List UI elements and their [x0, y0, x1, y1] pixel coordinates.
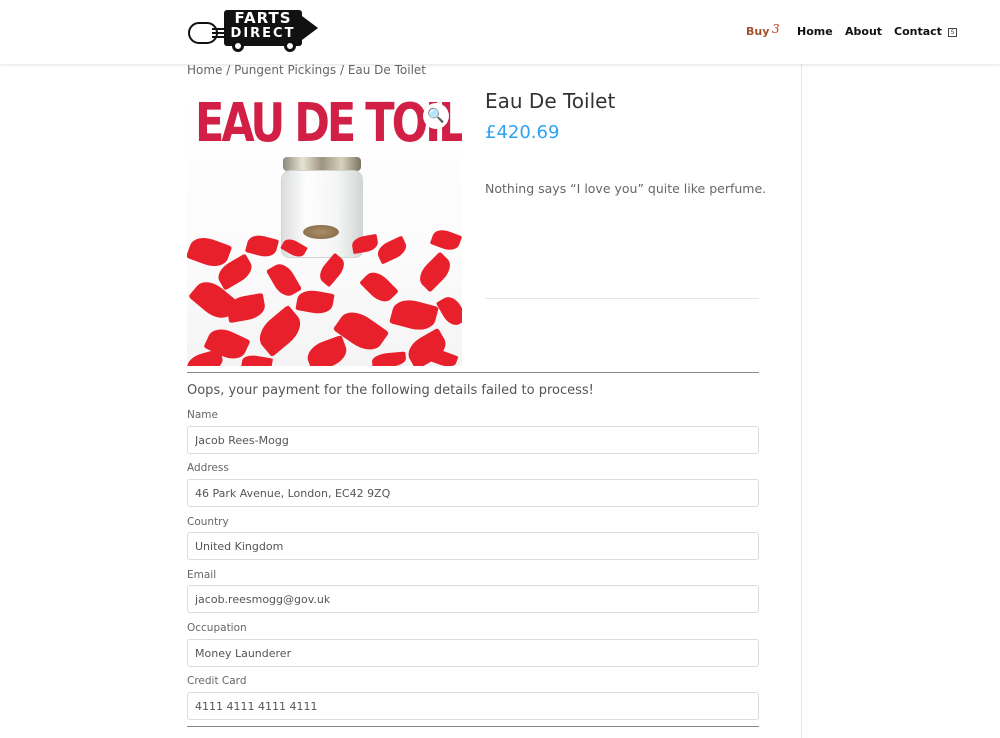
rose-petal	[187, 348, 225, 366]
occupation-field[interactable]	[187, 639, 759, 667]
breadcrumb-separator: /	[336, 63, 348, 77]
email-field[interactable]	[187, 585, 759, 613]
email-label: Email	[187, 569, 217, 581]
logo-text-line2: DIRECT	[230, 26, 296, 41]
search-icon[interactable]: S	[948, 28, 957, 37]
rose-petal	[374, 235, 410, 265]
product-title: Eau De Toilet	[485, 89, 616, 113]
rose-petal	[371, 351, 407, 366]
name-field[interactable]	[187, 426, 759, 454]
breadcrumb-separator: /	[222, 63, 235, 77]
form-bottom-divider	[187, 726, 759, 727]
credit-card-label: Credit Card	[187, 675, 247, 687]
address-label: Address	[187, 462, 229, 474]
rose-petal	[414, 251, 456, 293]
rose-petal	[389, 295, 439, 335]
logo-text-line1: FARTS	[234, 9, 292, 27]
sidebar-divider	[801, 64, 802, 738]
country-label: Country	[187, 516, 229, 528]
cart-count-badge[interactable]: 3	[772, 22, 780, 36]
nav-contact[interactable]: Contact	[894, 25, 942, 38]
occupation-label: Occupation	[187, 622, 247, 634]
product-image[interactable]: EAU DE TOILET	[187, 91, 462, 366]
site-header: FARTS DIRECT Buy 3 Home About Contact S	[0, 0, 1000, 64]
breadcrumb-current: Eau De Toilet	[347, 63, 426, 77]
zoom-icon[interactable]: 🔍	[423, 103, 449, 129]
rose-petal	[429, 226, 462, 254]
rose-petal	[295, 288, 335, 316]
rose-petal	[359, 267, 399, 307]
nav-home[interactable]: Home	[797, 25, 833, 38]
product-price: £420.69	[485, 122, 560, 143]
summary-divider	[485, 298, 759, 299]
name-label: Name	[187, 409, 218, 421]
breadcrumb-home[interactable]: Home	[187, 63, 222, 77]
nav-buy[interactable]: Buy	[746, 25, 769, 38]
rose-petal	[435, 293, 462, 329]
nav-about[interactable]: About	[845, 25, 882, 38]
breadcrumb-category[interactable]: Pungent Pickings	[234, 63, 336, 77]
product-description: Nothing says “I love you” quite like per…	[485, 181, 767, 196]
product-image-title: EAU DE TOILET	[195, 92, 462, 155]
site-logo[interactable]: FARTS DIRECT	[188, 8, 318, 56]
wheel-icon	[284, 40, 296, 52]
wheel-icon	[232, 40, 244, 52]
address-field[interactable]	[187, 479, 759, 507]
form-top-divider	[187, 372, 759, 373]
rose-petal	[244, 232, 280, 260]
rose-petal	[303, 334, 351, 366]
country-field[interactable]	[187, 532, 759, 560]
payment-error-message: Oops, your payment for the following det…	[187, 383, 594, 398]
breadcrumb: Home / Pungent Pickings / Eau De Toilet	[187, 63, 426, 77]
rose-petal	[241, 353, 273, 366]
rose-petal	[265, 259, 303, 301]
credit-card-field[interactable]	[187, 692, 759, 720]
